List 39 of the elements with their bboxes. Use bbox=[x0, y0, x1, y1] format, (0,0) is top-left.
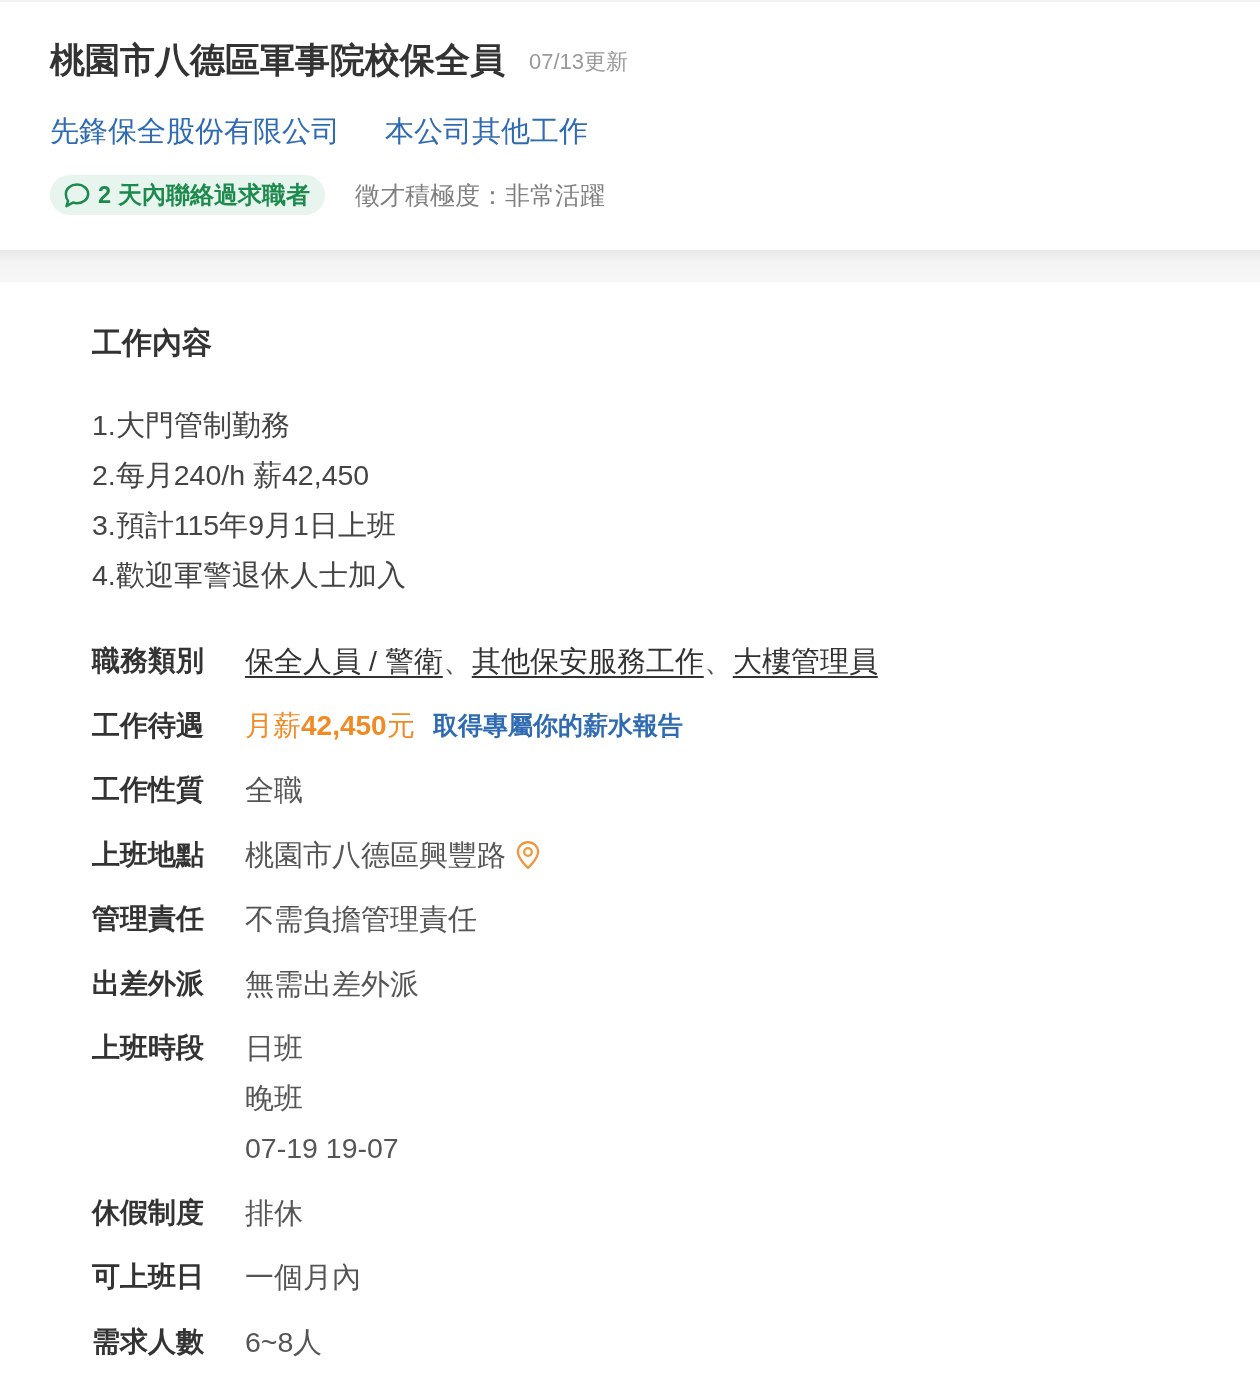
job-description-line: 1.大門管制勤務 bbox=[92, 408, 291, 443]
detail-label: 可上班日 bbox=[92, 1260, 205, 1294]
detail-label: 上班地點 bbox=[92, 837, 205, 872]
detail-label: 出差外派 bbox=[92, 966, 205, 1001]
detail-value: 07-19 19-07 bbox=[245, 1131, 399, 1166]
chat-bubble-icon bbox=[64, 182, 90, 208]
detail-label: 管理責任 bbox=[92, 902, 205, 936]
detail-value: 一個月內 bbox=[245, 1260, 361, 1295]
detail-value: 無需出差外派 bbox=[245, 966, 419, 1002]
map-pin-icon bbox=[516, 840, 540, 869]
detail-value: 日班 bbox=[245, 1031, 303, 1066]
contact-status-text: 2 天內聯絡過求職者 bbox=[98, 181, 310, 210]
detail-label: 職務類別 bbox=[92, 644, 205, 678]
salary-report-link[interactable]: 取得專屬你的薪水報告 bbox=[432, 709, 683, 742]
section-heading: 工作內容 bbox=[92, 325, 213, 361]
detail-value: 6~8人 bbox=[245, 1324, 323, 1360]
detail-label: 上班時段 bbox=[92, 1031, 205, 1065]
detail-label: 工作性質 bbox=[92, 773, 205, 807]
detail-value: 晚班 bbox=[245, 1081, 303, 1116]
job-description-line: 4.歡迎軍警退休人士加入 bbox=[92, 558, 407, 593]
other-jobs-link[interactable]: 本公司其他工作 bbox=[385, 111, 588, 151]
salary-amount: 月薪42,450元 bbox=[245, 708, 415, 743]
detail-label: 工作待遇 bbox=[92, 708, 205, 743]
detail-value: 不需負擔管理責任 bbox=[245, 902, 477, 937]
detail-label: 需求人數 bbox=[92, 1324, 205, 1359]
job-title: 桃園市八德區軍事院校保全員 bbox=[50, 39, 505, 81]
detail-value: 排休 bbox=[245, 1195, 303, 1231]
job-description-line: 3.預計115年9月1日上班 bbox=[92, 508, 397, 543]
category-link[interactable]: 大樓管理員 bbox=[732, 645, 878, 677]
job-description-line: 2.每月240/h 薪42,450 bbox=[92, 458, 371, 493]
company-link[interactable]: 先鋒保全股份有限公司 bbox=[50, 111, 340, 151]
detail-value: 桃園市八德區興豐路 bbox=[245, 837, 506, 873]
hiring-activity-text: 徵才積極度：非常活躍 bbox=[354, 180, 605, 211]
category-link[interactable]: 保全人員 / 警衛 bbox=[245, 645, 443, 677]
job-category-value: 保全人員 / 警衛、其他保安服務工作、大樓管理員 bbox=[245, 644, 878, 679]
update-date: 07/13更新 bbox=[529, 48, 629, 76]
detail-value: 全職 bbox=[245, 773, 303, 808]
detail-label: 休假制度 bbox=[92, 1195, 205, 1230]
category-link[interactable]: 其他保安服務工作 bbox=[471, 645, 704, 677]
